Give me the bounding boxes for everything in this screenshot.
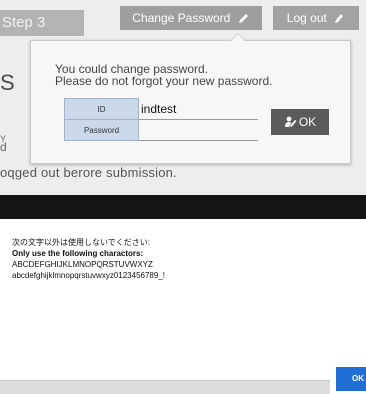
popover-message: You could change password. Please do not… <box>55 63 272 87</box>
change-password-popover: You could change password. Please do not… <box>30 33 351 164</box>
change-password-button[interactable]: Change Password <box>120 6 262 30</box>
step-tab: Step 3 <box>0 10 84 36</box>
background-text: oqged out berore submission. <box>0 165 177 180</box>
dialog-header <box>0 195 366 219</box>
password-field[interactable] <box>138 119 258 141</box>
logout-icon <box>334 8 345 32</box>
pencil-icon <box>238 8 250 32</box>
allowed-characters-notice: 次の文字以外は使用しないでください: Only use the followin… <box>12 237 165 281</box>
popover-message-line2: Please do not forgot your new password. <box>55 74 273 88</box>
background-text: S <box>0 70 15 95</box>
rule-english: Only use the following charactors: <box>12 249 144 258</box>
allowed-lowercase-digits: abcdefghijklmnopqrstuvwxyz0123456789_! <box>12 271 165 280</box>
id-field[interactable]: indtest <box>138 98 258 120</box>
password-label: Password <box>64 119 139 141</box>
logout-button[interactable]: Log out <box>273 6 359 30</box>
dialog-footer <box>0 380 330 394</box>
allowed-uppercase: ABCDEFGHIJKLMNOPQRSTUVWXYZ <box>12 260 153 269</box>
rule-japanese: 次の文字以外は使用しないでください: <box>12 238 150 247</box>
login-ok-button[interactable]: OK <box>271 109 329 135</box>
dialog-ok-button[interactable]: OK <box>336 367 366 391</box>
popover-caret <box>230 33 246 41</box>
id-label: ID <box>64 98 139 120</box>
user-icon <box>284 111 297 137</box>
background-text: d <box>0 140 7 154</box>
login-form: ID indtest Password <box>64 98 258 141</box>
login-ok-label: OK <box>298 115 317 129</box>
change-password-label: Change Password <box>132 11 231 25</box>
logout-label: Log out <box>286 11 327 25</box>
